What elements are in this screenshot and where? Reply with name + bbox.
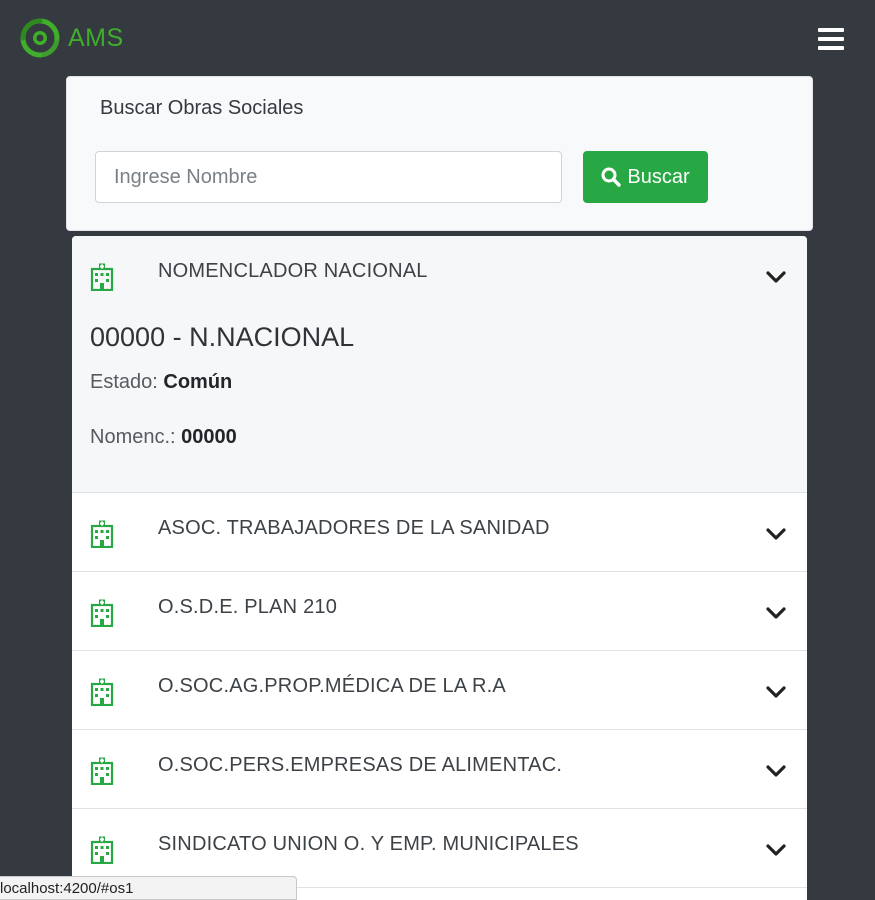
estado-value: Común: [163, 371, 233, 393]
chevron-down-icon[interactable]: [765, 526, 787, 542]
search-icon: [601, 167, 622, 187]
list-item[interactable]: O.SOC.AG.PROP.MÉDICA DE LA R.A: [72, 651, 807, 730]
chevron-down-icon[interactable]: [765, 605, 787, 621]
brand[interactable]: AMS: [20, 18, 124, 58]
estado-line: Estado: Común: [90, 371, 232, 394]
chevron-down-icon[interactable]: [765, 842, 787, 858]
detail-title: 00000 - N.NACIONAL: [90, 322, 355, 352]
chevron-down-icon[interactable]: [765, 684, 787, 700]
brand-name: AMS: [68, 23, 124, 52]
search-card: Buscar Obras Sociales Buscar: [66, 76, 813, 231]
list-item-name: O.S.D.E. PLAN 210: [158, 596, 338, 618]
list-item[interactable]: NOMENCLADOR NACIONAL 00000 - N.NACIONAL …: [72, 236, 807, 493]
search-button-label: Buscar: [627, 165, 690, 188]
list-item-name: ASOC. TRABAJADORES DE LA SANIDAD: [158, 517, 550, 539]
list-item-name: O.SOC.AG.PROP.MÉDICA DE LA R.A: [158, 675, 506, 697]
list-item[interactable]: O.SOC.PERS.EMPRESAS DE ALIMENTAC.: [72, 730, 807, 809]
obras-sociales-list: NOMENCLADOR NACIONAL 00000 - N.NACIONAL …: [72, 236, 807, 900]
list-item-name: O.SOC.PERS.EMPRESAS DE ALIMENTAC.: [158, 754, 563, 776]
hospital-icon: [90, 757, 114, 785]
hospital-icon: [90, 263, 114, 291]
hospital-icon: [90, 678, 114, 706]
list-item[interactable]: O.S.D.E. PLAN 210: [72, 572, 807, 651]
nomenc-value: 00000: [181, 426, 237, 448]
estado-label: Estado:: [90, 371, 158, 393]
search-title: Buscar Obras Sociales: [100, 97, 304, 119]
hamburger-menu-icon[interactable]: [818, 28, 844, 50]
chevron-down-icon[interactable]: [765, 763, 787, 779]
nomenc-label: Nomenc.:: [90, 426, 176, 448]
list-item-name: NOMENCLADOR NACIONAL: [158, 260, 428, 282]
list-item-name: SINDICATO UNION O. Y EMP. MUNICIPALES: [158, 833, 579, 855]
hospital-icon: [90, 520, 114, 548]
status-bar-url: localhost:4200/#os1: [0, 876, 297, 900]
list-item[interactable]: ASOC. TRABAJADORES DE LA SANIDAD: [72, 493, 807, 572]
search-button[interactable]: Buscar: [583, 151, 708, 203]
chevron-down-icon[interactable]: [765, 269, 787, 285]
top-navbar: AMS: [0, 0, 875, 76]
search-input[interactable]: [95, 151, 562, 203]
hospital-icon: [90, 836, 114, 864]
ams-logo-icon: [20, 18, 60, 58]
hospital-icon: [90, 599, 114, 627]
nomenc-line: Nomenc.: 00000: [90, 426, 237, 449]
